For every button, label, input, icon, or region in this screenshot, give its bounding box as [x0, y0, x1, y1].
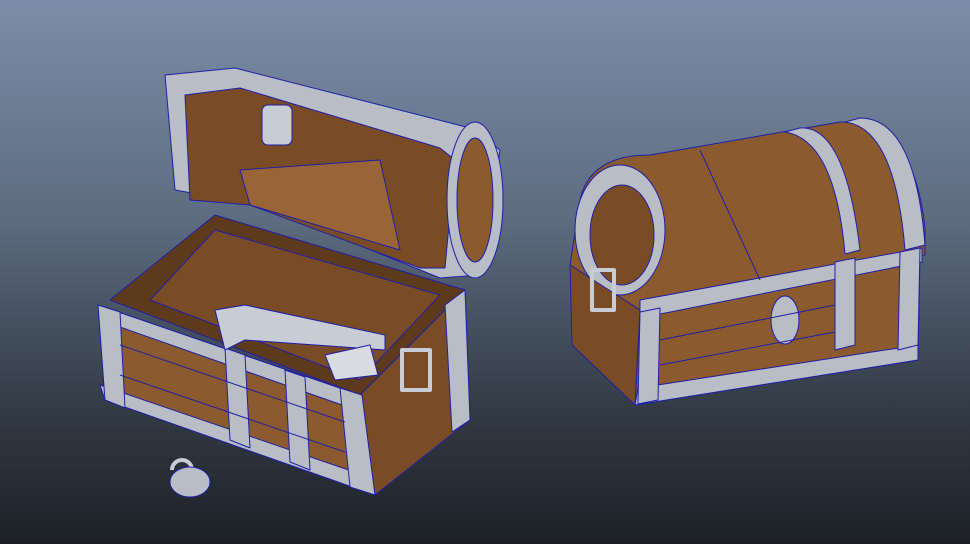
- scene-render: [97, 67, 926, 498]
- padlock[interactable]: [169, 458, 211, 498]
- lid-hasp: [261, 104, 293, 146]
- closed-chest[interactable]: [569, 117, 926, 406]
- 3d-viewport[interactable]: [0, 0, 970, 544]
- closed-chest-lock: [770, 295, 800, 345]
- open-chest[interactable]: [97, 67, 504, 496]
